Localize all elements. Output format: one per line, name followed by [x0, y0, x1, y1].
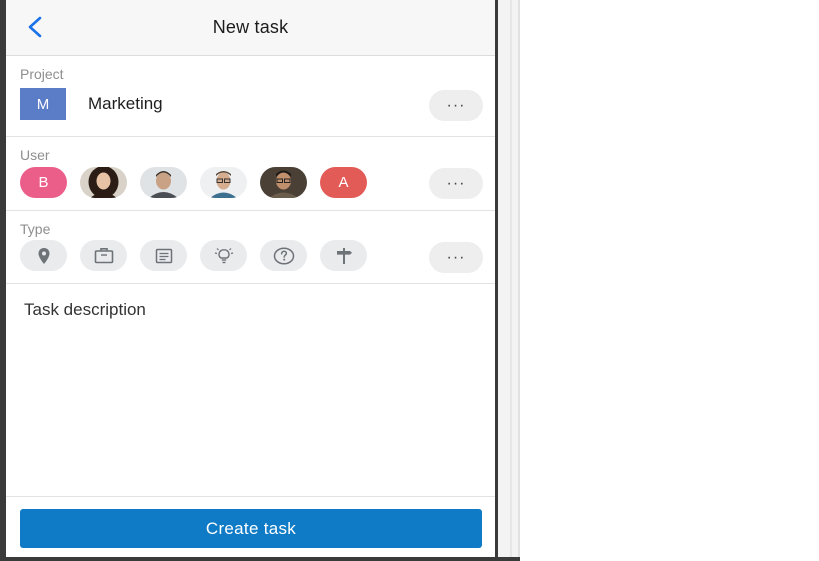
chevron-left-icon: [28, 16, 42, 38]
avatar-photo-man-1[interactable]: [140, 167, 187, 198]
briefcase-icon: [94, 248, 113, 264]
phone-screen: New task Project M Marketing ··· User B: [0, 0, 498, 561]
avatar-initial-text: B: [38, 174, 49, 191]
project-more-button[interactable]: ···: [429, 90, 483, 121]
avatar-initial-a[interactable]: A: [320, 167, 367, 198]
user-section: User B A ···: [6, 137, 495, 211]
footer: Create task: [6, 496, 495, 557]
task-description-field[interactable]: Task description: [6, 284, 495, 496]
type-location-button[interactable]: [20, 240, 67, 271]
project-badge: M: [20, 88, 66, 120]
avatar-photo-man-2[interactable]: [260, 167, 307, 198]
type-label: Type: [20, 221, 51, 237]
type-signpost-button[interactable]: [320, 240, 367, 271]
page-title: New task: [212, 17, 289, 37]
project-label: Project: [20, 66, 64, 82]
project-row[interactable]: M Marketing: [20, 88, 495, 120]
type-section: Type ···: [6, 211, 495, 284]
back-button[interactable]: [20, 12, 50, 42]
avatar-photo-man-glasses[interactable]: [200, 167, 247, 198]
window-divider: [498, 0, 520, 561]
type-list: [20, 240, 495, 271]
avatar-photo-woman[interactable]: [80, 167, 127, 198]
user-photo-woman: [80, 167, 127, 198]
type-idea-button[interactable]: [200, 240, 247, 271]
type-question-button[interactable]: [260, 240, 307, 271]
avatar-initial-b[interactable]: B: [20, 167, 67, 198]
header: New task: [6, 0, 495, 56]
project-name: Marketing: [88, 94, 163, 113]
location-pin-icon: [38, 247, 49, 264]
avatar-list: B A: [20, 167, 495, 198]
type-document-button[interactable]: [140, 240, 187, 271]
user-photo-man-1: [140, 167, 187, 198]
lightbulb-icon: [214, 247, 233, 263]
user-photo-man-2: [260, 167, 307, 198]
create-task-button[interactable]: Create task: [20, 509, 482, 548]
avatar-initial-text: A: [338, 174, 349, 191]
question-icon: [273, 246, 294, 265]
bottom-frame-edge: [0, 557, 520, 561]
signpost-icon: [336, 247, 352, 264]
document-icon: [155, 248, 172, 263]
user-more-button[interactable]: ···: [429, 168, 483, 199]
project-section: Project M Marketing ···: [6, 56, 495, 137]
user-label: User: [20, 147, 50, 163]
task-description-placeholder: Task description: [24, 300, 146, 319]
type-briefcase-button[interactable]: [80, 240, 127, 271]
type-more-button[interactable]: ···: [429, 242, 483, 273]
user-photo-man-glasses: [200, 167, 247, 198]
